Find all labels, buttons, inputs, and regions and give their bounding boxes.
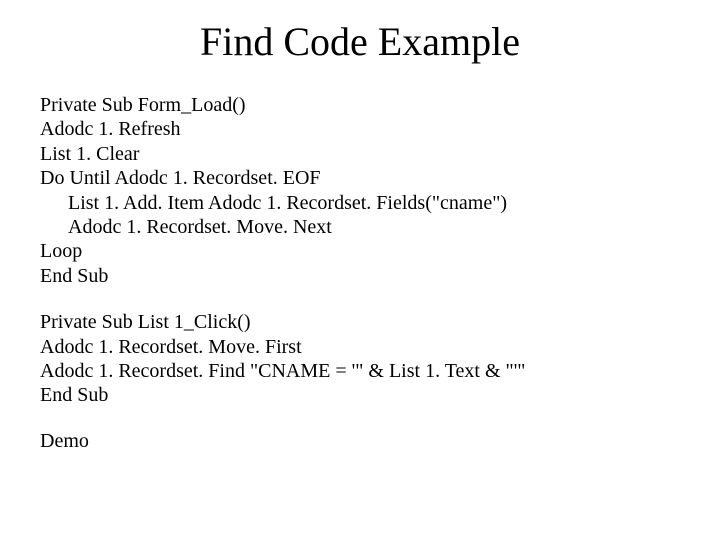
code-block-list-click: Private Sub List 1_Click() Adodc 1. Reco…: [40, 310, 680, 408]
code-line: Adodc 1. Recordset. Move. Next: [40, 215, 332, 239]
code-line: Loop: [40, 240, 82, 262]
code-block-form-load: Private Sub Form_Load() Adodc 1. Refresh…: [40, 93, 680, 288]
code-line: Do Until Adodc 1. Recordset. EOF: [40, 167, 321, 189]
slide-content: Find Code Example Private Sub Form_Load(…: [0, 0, 720, 473]
code-line: List 1. Add. Item Adodc 1. Recordset. Fi…: [40, 191, 507, 215]
code-line: List 1. Clear: [40, 143, 139, 165]
slide-title: Find Code Example: [40, 18, 680, 65]
code-line: Adodc 1. Recordset. Find "CNAME = '" & L…: [40, 360, 525, 382]
code-line: Private Sub List 1_Click(): [40, 311, 251, 333]
demo-label: Demo: [40, 430, 680, 453]
code-line: Adodc 1. Recordset. Move. First: [40, 336, 302, 358]
code-line: End Sub: [40, 384, 108, 406]
code-line: Adodc 1. Refresh: [40, 118, 181, 140]
code-line: Private Sub Form_Load(): [40, 94, 246, 116]
code-line: End Sub: [40, 265, 108, 287]
